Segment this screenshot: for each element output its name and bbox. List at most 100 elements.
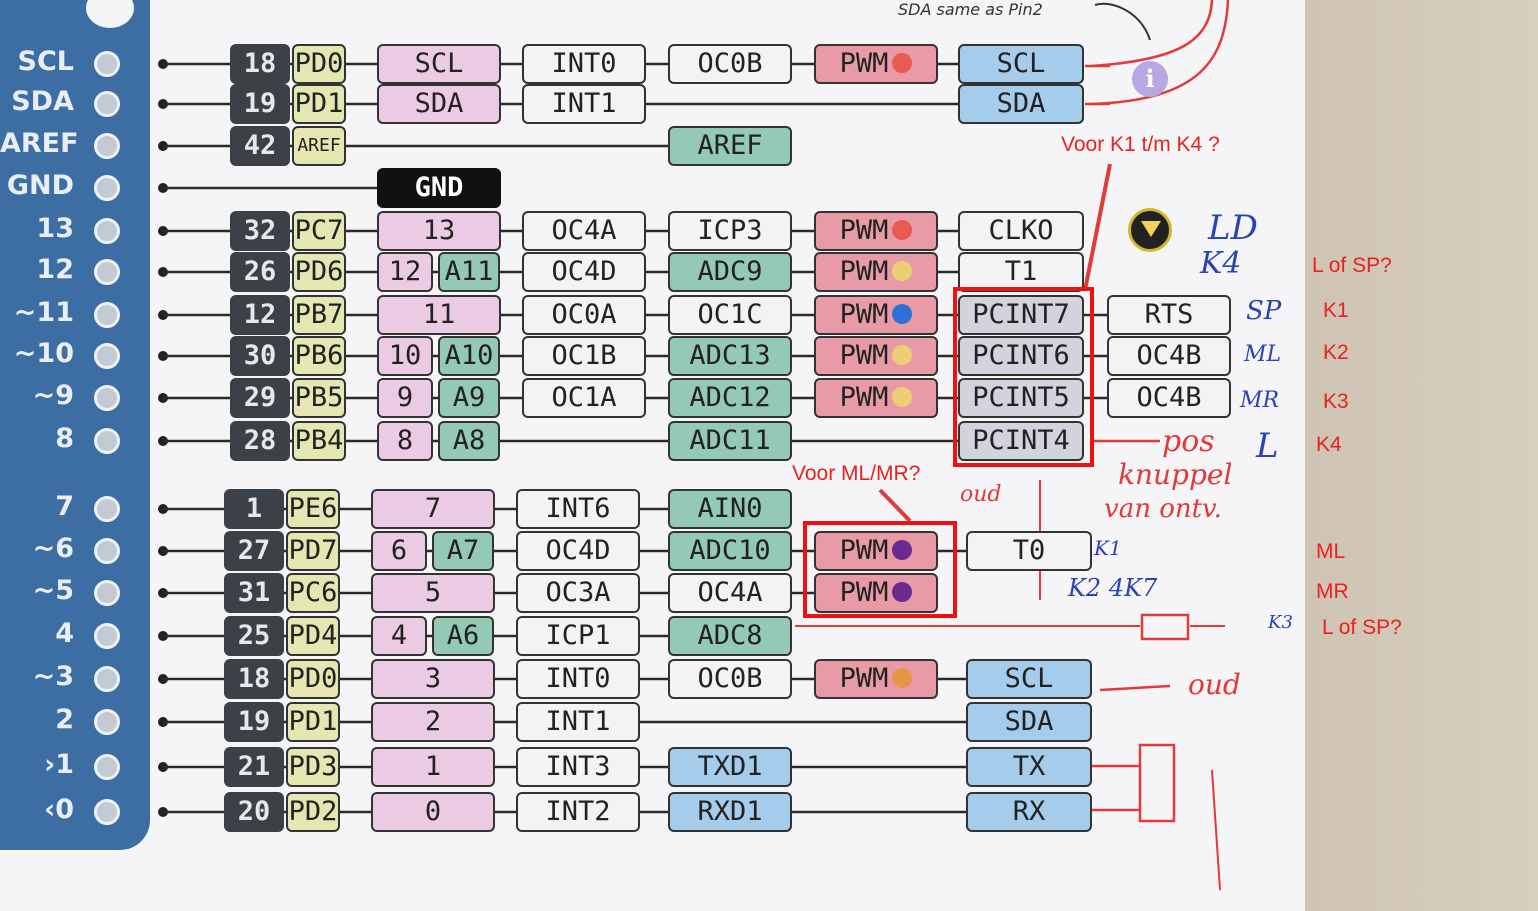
function-label: OC4D [522,252,646,292]
function-label: ADC11 [668,421,792,461]
side-label: ~10 [13,338,74,369]
function-label: T0 [966,531,1092,571]
function-label: CLKO [958,211,1084,251]
annotation-voor-k1-k4: Voor K1 t/m K4 ? [1061,133,1220,156]
side-label: SDA [11,86,74,117]
port-label: PD7 [286,531,340,571]
function-label: INT0 [516,659,640,699]
function-label: RX [966,792,1092,832]
side-label: SCL [17,46,74,77]
port-label: PD2 [286,792,340,832]
pin-hole [94,175,120,201]
annotation-k4: K4 [1316,433,1342,456]
pwm-text: PWM [839,215,889,246]
function-label: OC4A [668,573,792,613]
port-label: PC6 [286,573,340,613]
annotation-l-of-sp-1: L of SP? [1312,254,1392,277]
pin-number: 18 [224,659,284,699]
side-label: 4 [55,618,74,649]
port-label: PB6 [292,336,346,376]
port-label: AREF [292,126,346,166]
annotation-k1: K1 [1323,299,1349,322]
pin-hole [94,259,120,285]
hand-oud-2: oud [1188,668,1241,701]
hand-k1: K1 [1094,536,1122,560]
pin-hole [94,51,120,77]
led-icon [1128,208,1172,252]
pin-number: 31 [224,573,284,613]
pin-number: 21 [224,747,284,787]
pin-hole [94,302,120,328]
side-label: ~5 [32,575,74,606]
pin-number: 30 [230,336,290,376]
wire [878,488,912,523]
connector-sketch [1138,743,1176,823]
pin-hole [94,709,120,735]
function-label: T1 [958,252,1084,292]
pin-hole [94,623,120,649]
analog-label: A7 [432,531,494,571]
pcint-highlight-box [953,287,1094,467]
pin-number: 18 [230,44,290,84]
pwm-dot [892,52,913,73]
analog-label: A11 [438,252,500,292]
pwm-label: PWM [814,295,938,335]
function-label: RTS [1107,295,1231,335]
pin-number: 26 [230,252,290,292]
pwm-highlight-box [803,521,957,618]
arduino-pin-label: 9 [377,378,433,418]
hand-ml: ML [1244,342,1282,367]
function-label: INT2 [516,792,640,832]
port-label: PB4 [292,421,346,461]
side-label: GND [6,170,74,201]
info-icon: i [1132,61,1168,97]
arduino-pin-label: 5 [371,573,495,613]
hand-sp: SP [1246,296,1282,326]
pin-number: 32 [230,211,290,251]
hand-oud-1: oud [960,482,1002,507]
pwm-text: PWM [839,340,889,371]
function-label: TX [966,747,1092,787]
hand-k4: K4 [1200,246,1242,281]
port-label: PD1 [292,84,346,124]
function-label: SDA [966,702,1092,742]
pin-number: 1 [224,489,284,529]
pwm-dot [892,344,913,365]
arduino-pin-label: 11 [377,295,501,335]
hand-mr: MR [1240,388,1280,413]
pin-number: 29 [230,378,290,418]
pin-hole [94,799,120,825]
arduino-pin-label: 0 [371,792,495,832]
function-label: ADC13 [668,336,792,376]
function-label: OC4B [1107,336,1231,376]
arduino-pin-label: 3 [371,659,495,699]
arduino-pin-label: 13 [377,211,501,251]
arduino-pin-label: 10 [377,336,433,376]
arduino-pin-label: 2 [371,702,495,742]
side-label: 2 [55,704,74,735]
function-label: OC3A [516,573,640,613]
arduino-pin-label: 6 [371,531,427,571]
pin-hole [94,385,120,411]
pin-number: 25 [224,616,284,656]
function-label: ICP3 [668,211,792,251]
side-label: AREF [0,128,79,159]
port-label: PD4 [286,616,340,656]
function-label: SCL [958,44,1084,84]
function-label: OC4B [1107,378,1231,418]
function-label: TXD1 [668,747,792,787]
pin-hole [94,666,120,692]
function-label: SCL [966,659,1092,699]
pwm-label: PWM [814,378,938,418]
port-label: PD3 [286,747,340,787]
side-label: 8 [55,423,74,454]
pin-number: 42 [230,126,290,166]
pwm-text: PWM [839,48,889,79]
function-label: AIN0 [668,489,792,529]
function-label: ICP1 [516,616,640,656]
arduino-pin-label: 12 [377,252,433,292]
side-label: 13 [36,213,74,244]
port-label: PD1 [286,702,340,742]
annotation-k3: K3 [1323,390,1349,413]
function-label: ADC8 [668,616,792,656]
